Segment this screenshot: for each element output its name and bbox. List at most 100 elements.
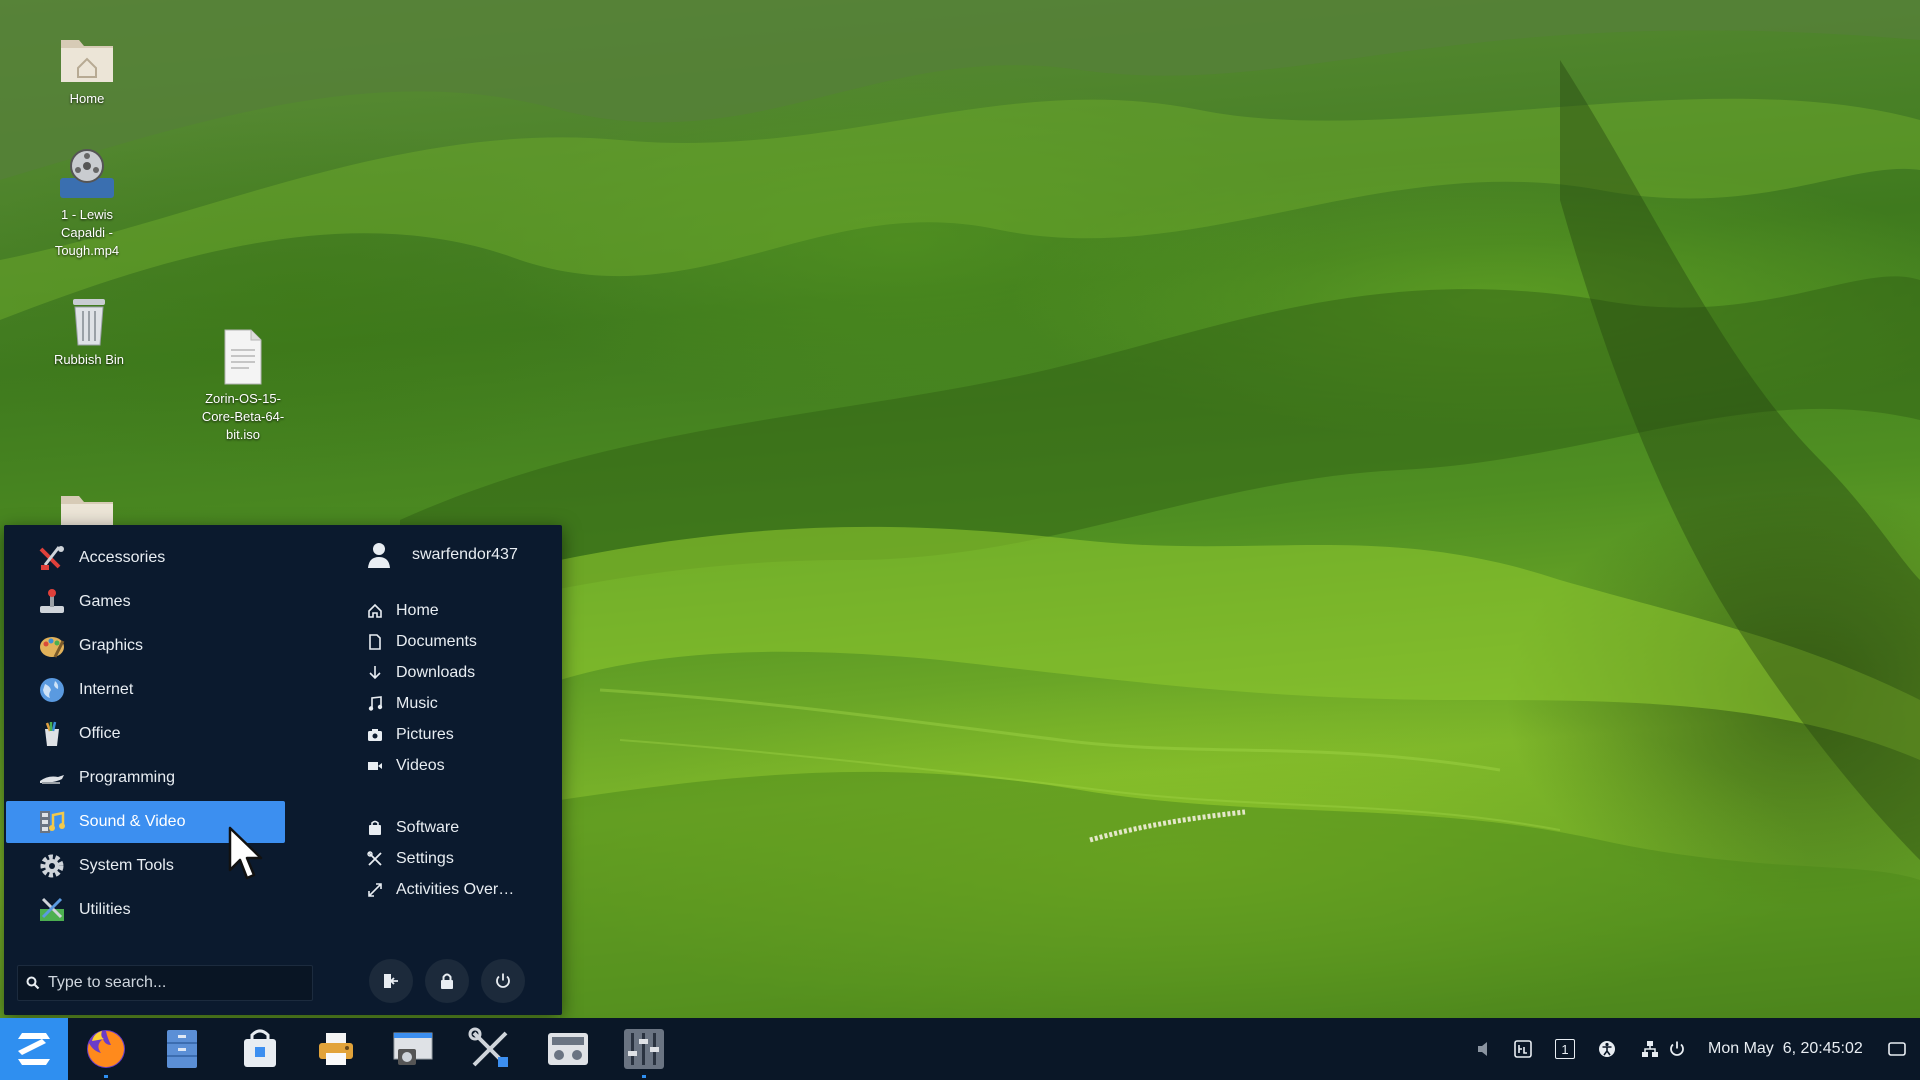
place-label: Music <box>396 695 438 712</box>
search-box[interactable] <box>17 965 313 1001</box>
sound-video-icon <box>37 807 67 837</box>
tray-keyboard-layout[interactable] <box>1508 1018 1538 1080</box>
system-software[interactable]: Software <box>366 814 459 842</box>
place-label: Pictures <box>396 726 454 743</box>
system-activities-overview[interactable]: Activities Over… <box>366 876 514 904</box>
desktop-icon-label: Rubbish Bin <box>53 352 125 367</box>
home-folder-icon <box>61 40 113 82</box>
category-label: Accessories <box>79 549 166 566</box>
printer-icon <box>319 1033 353 1065</box>
accessibility-icon <box>1599 1041 1615 1057</box>
place-pictures[interactable]: Pictures <box>366 721 454 749</box>
taskbar-firefox[interactable] <box>76 1018 136 1080</box>
category-games[interactable]: Games <box>4 581 285 623</box>
place-home[interactable]: Home <box>366 597 439 625</box>
taskbar-printer[interactable] <box>306 1018 366 1080</box>
document-icon <box>224 329 262 385</box>
download-icon <box>366 664 384 682</box>
clock-text: Mon May 6, 20:45:02 <box>1708 1040 1863 1057</box>
programming-icon <box>37 763 67 793</box>
place-label: Documents <box>396 633 477 650</box>
place-videos[interactable]: Videos <box>366 752 445 780</box>
running-indicator <box>104 1075 108 1078</box>
gear-icon <box>37 851 67 881</box>
power-icon <box>1670 1041 1684 1056</box>
category-utilities[interactable]: Utilities <box>4 889 285 931</box>
start-menu: Accessories Games Graphics Internet Offi… <box>4 525 562 1015</box>
zorin-logo-icon <box>18 1033 50 1065</box>
category-graphics[interactable]: Graphics <box>4 625 285 667</box>
video-icon <box>366 757 384 775</box>
system-settings[interactable]: Settings <box>366 845 454 873</box>
tray-workspace[interactable]: 1 <box>1550 1018 1580 1080</box>
category-accessories[interactable]: Accessories <box>4 537 285 579</box>
logout-button[interactable] <box>369 959 413 1003</box>
firefox-icon <box>87 1030 125 1068</box>
clock[interactable]: Mon May 6, 20:45:02 <box>1708 1018 1863 1080</box>
camera-icon <box>366 726 384 744</box>
place-music[interactable]: Music <box>366 690 438 718</box>
desktop-icon-video[interactable]: 1 - Lewis Capaldi - Tough.mp4 <box>27 148 147 260</box>
place-documents[interactable]: Documents <box>366 628 477 656</box>
place-label: Downloads <box>396 664 476 681</box>
video-file-icon <box>60 149 114 198</box>
category-label: Internet <box>79 681 134 698</box>
desktop-icon-label: 1 - Lewis Capaldi - Tough.mp4 <box>54 207 120 258</box>
power-button[interactable] <box>481 959 525 1003</box>
expand-icon <box>366 881 384 899</box>
tray-volume[interactable] <box>1470 1018 1500 1080</box>
games-icon <box>37 587 67 617</box>
user-name: swarfendor437 <box>412 546 518 563</box>
system-label: Activities Over… <box>396 881 515 898</box>
accessories-icon <box>37 543 67 573</box>
desktop-icon-iso[interactable]: Zorin-OS-15-Core-Beta-64-bit.iso <box>183 328 303 444</box>
taskbar-software[interactable] <box>230 1018 290 1080</box>
desktop-icon-rubbish-bin[interactable]: Rubbish Bin <box>29 295 149 369</box>
volume-icon <box>1478 1042 1487 1056</box>
category-internet[interactable]: Internet <box>4 669 285 711</box>
taskbar-files[interactable] <box>152 1018 212 1080</box>
music-icon <box>366 695 384 713</box>
power-icon <box>496 973 510 988</box>
tray-power[interactable] <box>1662 1018 1692 1080</box>
screenshot-icon <box>393 1032 433 1065</box>
desktop-icon-label: Zorin-OS-15-Core-Beta-64-bit.iso <box>201 391 285 442</box>
category-programming[interactable]: Programming <box>4 757 285 799</box>
logout-icon <box>384 974 398 988</box>
taskbar-screenshot[interactable] <box>383 1018 443 1080</box>
user-account[interactable]: swarfendor437 <box>366 537 518 573</box>
home-icon <box>366 602 384 620</box>
category-label: Office <box>79 725 121 742</box>
tools-icon <box>468 1027 508 1067</box>
zorin-menu-button[interactable] <box>0 1018 68 1080</box>
keyboard-layout-icon <box>1514 1040 1532 1058</box>
workspace-indicator: 1 <box>1555 1039 1575 1059</box>
category-label: Sound & Video <box>79 813 186 830</box>
mouse-cursor-icon <box>228 826 263 880</box>
place-downloads[interactable]: Downloads <box>366 659 475 687</box>
tray-network[interactable] <box>1635 1018 1665 1080</box>
file-manager-icon <box>167 1030 197 1068</box>
search-input[interactable] <box>46 973 300 993</box>
category-label: System Tools <box>79 857 174 874</box>
graphics-icon <box>37 631 67 661</box>
taskbar-sound-recorder[interactable] <box>538 1018 598 1080</box>
taskbar-settings[interactable] <box>460 1018 520 1080</box>
desktop-icon-label: Home <box>69 91 105 106</box>
utilities-icon <box>37 895 67 925</box>
place-label: Home <box>396 602 439 619</box>
lock-icon <box>441 973 453 989</box>
lock-button[interactable] <box>425 959 469 1003</box>
category-label: Programming <box>79 769 176 786</box>
recorder-icon <box>548 1033 588 1065</box>
system-label: Software <box>396 819 460 836</box>
running-indicator <box>642 1075 646 1078</box>
tray-show-desktop[interactable] <box>1882 1018 1912 1080</box>
category-office[interactable]: Office <box>4 713 285 755</box>
tray-accessibility[interactable] <box>1592 1018 1622 1080</box>
desktop-icon-home[interactable]: Home <box>27 30 147 108</box>
taskbar-mixer[interactable] <box>614 1018 674 1080</box>
document-icon <box>366 633 384 651</box>
software-store-icon <box>244 1029 276 1067</box>
category-label: Utilities <box>79 901 131 918</box>
